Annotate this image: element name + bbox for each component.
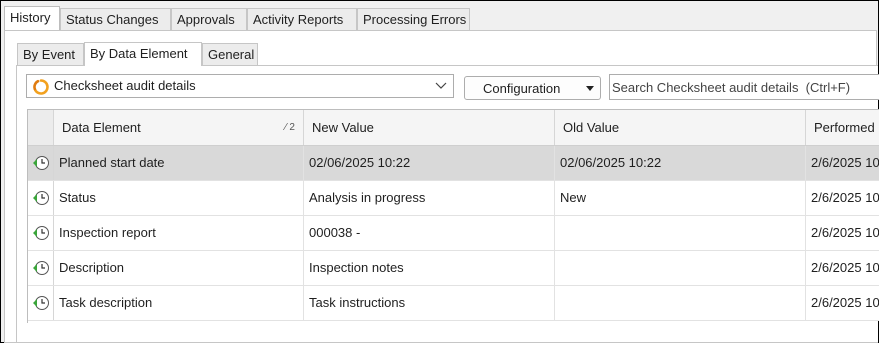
tab-label: By Data Element xyxy=(90,46,188,61)
column-header-label: Old Value xyxy=(563,120,620,135)
tab-label: Processing Errors xyxy=(363,12,467,27)
orange-spinner-icon xyxy=(33,79,49,95)
table-row[interactable]: Inspection report 000038 - 2/6/2025 10:2… xyxy=(28,216,879,251)
cell-new-value: Inspection notes xyxy=(304,251,555,285)
cell-old-value xyxy=(555,251,806,285)
column-header-performed[interactable]: Performed xyxy=(806,110,879,145)
tab-by-event[interactable]: By Event xyxy=(17,43,84,65)
cell-performed: 2/6/2025 10:22 xyxy=(811,260,879,275)
cell-data-element: Status xyxy=(54,181,304,215)
row-indicator xyxy=(28,181,54,215)
tab-by-data-element[interactable]: By Data Element xyxy=(84,42,202,66)
tab-label: History xyxy=(10,10,51,25)
cell-performed: 2/6/2025 10:22 xyxy=(811,225,879,240)
row-indicator xyxy=(28,251,54,285)
table-row[interactable]: Planned start date 02/06/2025 10:22 02/0… xyxy=(28,146,879,181)
audit-selector-dropdown[interactable]: Checksheet audit details xyxy=(26,74,454,98)
history-window: History Status Changes Approvals Activit… xyxy=(0,0,879,343)
tab-label: Approvals xyxy=(177,12,235,27)
configuration-button[interactable]: Configuration xyxy=(464,76,601,100)
history-clock-icon xyxy=(33,296,49,310)
column-header-data-element[interactable]: Data Element ⁄ 2 xyxy=(54,110,304,145)
tab-label: Status Changes xyxy=(66,12,159,27)
tab-status-changes[interactable]: Status Changes xyxy=(60,8,171,30)
table-row[interactable]: Status Analysis in progress New 2/6/2025… xyxy=(28,181,879,216)
cell-performed: 2/6/2025 10:22 xyxy=(811,295,879,310)
cell-old-value: 02/06/2025 10:22 xyxy=(555,146,806,180)
search-box xyxy=(609,74,879,100)
tab-processing-errors[interactable]: Processing Errors xyxy=(357,8,470,30)
tab-label: Activity Reports xyxy=(253,12,344,27)
cell-data-element: Description xyxy=(54,251,304,285)
cell-old-value xyxy=(555,286,806,320)
search-input[interactable] xyxy=(611,76,878,98)
cell-new-value: Task instructions xyxy=(304,286,555,320)
cell-new-value: Analysis in progress xyxy=(304,181,555,215)
data-element-grid: Data Element ⁄ 2 New Value Old Value Per… xyxy=(27,109,879,323)
cell-new-value: 02/06/2025 10:22 xyxy=(304,146,555,180)
sort-order-indicator: ⁄ 2 xyxy=(284,122,295,133)
history-clock-icon xyxy=(33,156,49,170)
by-data-element-panel: Checksheet audit details Configuration D… xyxy=(16,65,879,343)
row-indicator xyxy=(28,286,54,320)
column-header-new-value[interactable]: New Value xyxy=(304,110,555,145)
cell-new-value: 000038 - xyxy=(304,216,555,250)
cell-data-element: Planned start date xyxy=(54,146,304,180)
column-header-old-value[interactable]: Old Value xyxy=(555,110,806,145)
history-clock-icon xyxy=(33,191,49,205)
indicator-header xyxy=(28,110,54,145)
cell-old-value: New xyxy=(555,181,806,215)
column-header-label: Performed xyxy=(814,120,875,135)
cell-old-value xyxy=(555,216,806,250)
dropdown-arrow-icon xyxy=(586,86,594,91)
history-clock-icon xyxy=(33,261,49,275)
tab-approvals[interactable]: Approvals xyxy=(171,8,247,30)
tab-general[interactable]: General xyxy=(202,43,258,65)
selector-value: Checksheet audit details xyxy=(54,78,196,93)
tab-label: General xyxy=(208,47,255,62)
tab-label: By Event xyxy=(23,47,76,62)
row-indicator xyxy=(28,216,54,250)
cell-performed: 2/6/2025 10:22 xyxy=(811,155,879,170)
cell-data-element: Task description xyxy=(54,286,304,320)
configuration-label: Configuration xyxy=(483,81,561,96)
column-header-label: New Value xyxy=(312,120,374,135)
tab-history[interactable]: History xyxy=(4,6,60,30)
cell-performed: 2/6/2025 10:22 xyxy=(811,190,879,205)
cell-data-element: Inspection report xyxy=(54,216,304,250)
table-row[interactable]: Task description Task instructions 2/6/2… xyxy=(28,286,879,321)
table-row[interactable]: Description Inspection notes 2/6/2025 10… xyxy=(28,251,879,286)
column-header-label: Data Element xyxy=(62,120,141,135)
tab-activity-reports[interactable]: Activity Reports xyxy=(247,8,357,30)
history-clock-icon xyxy=(33,226,49,240)
row-indicator xyxy=(28,146,54,180)
chevron-down-icon xyxy=(435,82,447,89)
grid-header: Data Element ⁄ 2 New Value Old Value Per… xyxy=(28,110,879,146)
